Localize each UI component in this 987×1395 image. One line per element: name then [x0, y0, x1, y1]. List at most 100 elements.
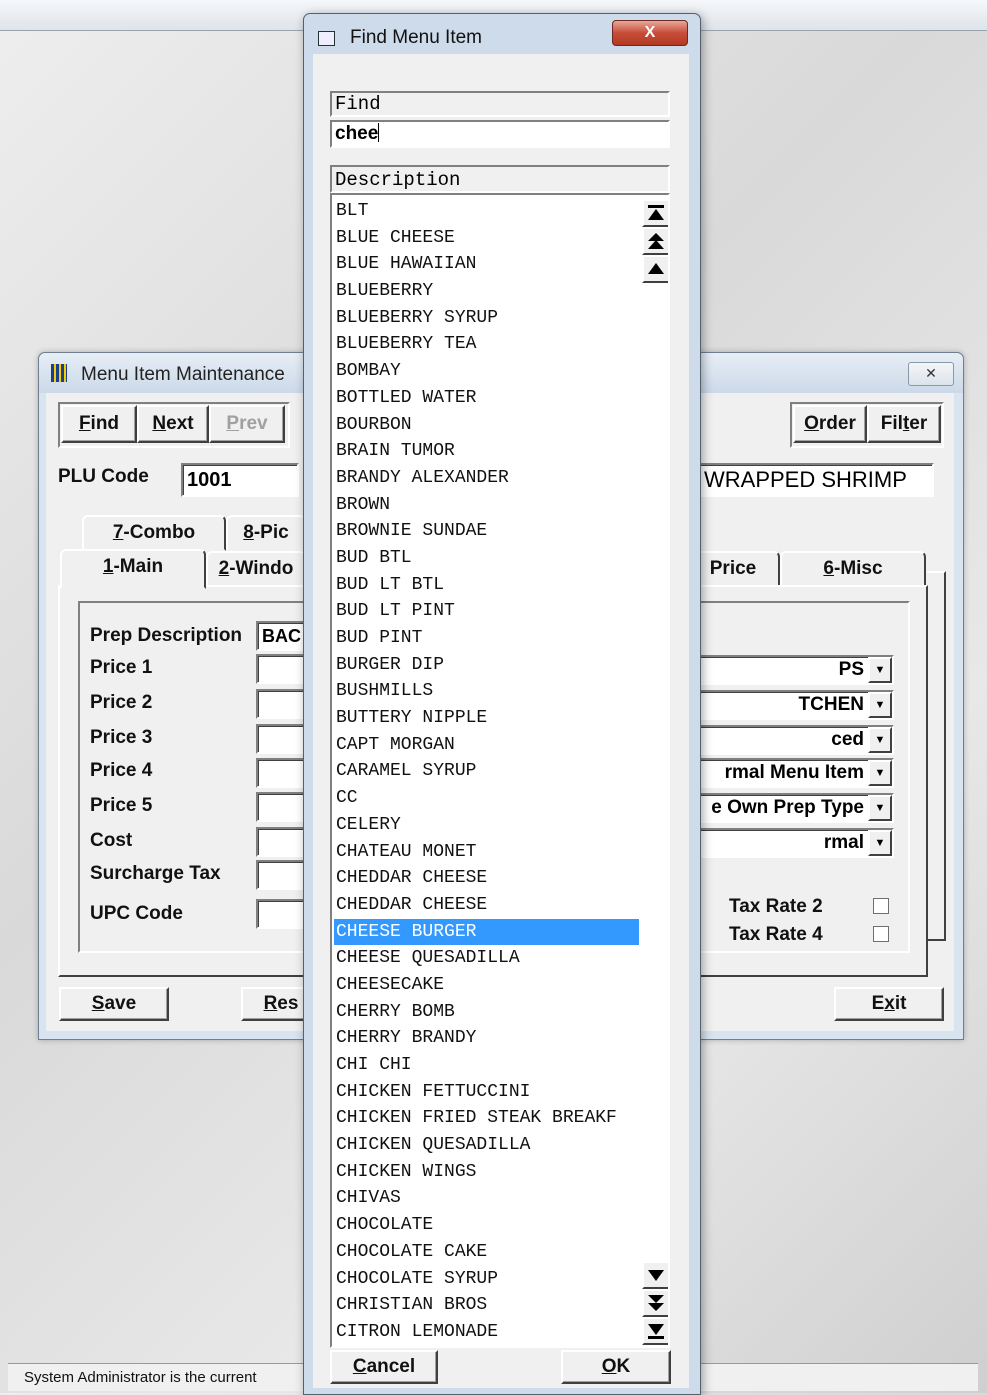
list-item[interactable]: CHERRY BOMB — [334, 999, 639, 1026]
list-item[interactable]: CHIVAS — [334, 1185, 639, 1212]
tab-combo[interactable]: 7-Combo — [82, 515, 226, 551]
combo-item-type[interactable]: rmal Menu Item ▼ — [690, 758, 894, 788]
list-item[interactable]: BOTTLED WATER — [334, 385, 639, 412]
combo-prep-type[interactable]: e Own Prep Type ▼ — [690, 793, 894, 823]
page-up-icon — [648, 233, 664, 249]
exit-button[interactable]: Exit — [834, 987, 944, 1021]
list-item[interactable]: BROWNIE SUNDAE — [334, 518, 639, 545]
list-item[interactable]: BLUEBERRY — [334, 278, 639, 305]
dialog-title-bar: Find Menu Item X — [304, 14, 700, 54]
list-item[interactable]: CHOCOLATE — [334, 1212, 639, 1239]
order-button[interactable]: Order — [793, 405, 867, 443]
combo-mode[interactable]: rmal ▼ — [690, 828, 894, 858]
dialog-icon — [318, 31, 335, 46]
list-item[interactable]: CHI CHI — [334, 1052, 639, 1079]
scroll-top-icon — [648, 205, 664, 220]
list-item[interactable]: BUD LT PINT — [334, 598, 639, 625]
cost-label: Cost — [90, 830, 133, 851]
chevron-down-icon[interactable]: ▼ — [868, 760, 892, 786]
find-button[interactable]: Find — [61, 405, 137, 443]
scroll-bottom-button[interactable] — [642, 1317, 668, 1345]
list-item[interactable]: CHICKEN WINGS — [334, 1159, 639, 1186]
tab-picture[interactable]: 8-Pic — [226, 515, 306, 551]
tab-window[interactable]: 2-Windo — [206, 551, 306, 587]
list-item[interactable]: CHOCOLATE CAKE — [334, 1239, 639, 1266]
find-input[interactable]: chee — [330, 120, 670, 148]
chevron-down-icon[interactable]: ▼ — [868, 830, 892, 856]
line-up-icon — [648, 263, 664, 274]
combo-printer[interactable]: TCHEN ▼ — [690, 690, 894, 720]
list-item[interactable]: BLUE HAWAIIAN — [334, 251, 639, 278]
list-item[interactable]: CHATEAU MONET — [334, 839, 639, 866]
list-item[interactable]: CITRON LEMONADE — [334, 1319, 639, 1346]
tab-main[interactable]: 1-Main — [60, 549, 206, 589]
next-button[interactable]: Next — [137, 405, 209, 443]
list-item[interactable]: CARAMEL SYRUP — [334, 758, 639, 785]
filter-button[interactable]: Filter — [867, 405, 941, 443]
scroll-top-button[interactable] — [642, 199, 668, 227]
line-up-button[interactable] — [642, 255, 668, 283]
description-listbox[interactable]: BLT BLUE CHEESE BLUE HAWAIIAN BLUEBERRY BLUE… — [330, 193, 670, 1348]
tax-rate-4-checkbox[interactable] — [873, 926, 889, 942]
combo-category[interactable]: PS ▼ — [690, 655, 894, 685]
cancel-button[interactable]: Cancel — [330, 1350, 438, 1384]
list-item[interactable]: BLUEBERRY TEA — [334, 331, 639, 358]
list-item[interactable]: BUD PINT — [334, 625, 639, 652]
list-item[interactable]: CHERRY BRANDY — [334, 1025, 639, 1052]
price-1-label: Price 1 — [90, 657, 153, 678]
list-item[interactable]: BRAIN TUMOR — [334, 438, 639, 465]
plu-code-label: PLU Code — [58, 466, 149, 487]
line-down-button[interactable] — [642, 1261, 668, 1289]
list-item[interactable]: BUSHMILLS — [334, 678, 639, 705]
tax-rate-4-label: Tax Rate 4 — [729, 924, 823, 945]
list-item[interactable]: BUD LT BTL — [334, 572, 639, 599]
list-item[interactable]: BOURBON — [334, 412, 639, 439]
prev-button[interactable]: Prev — [209, 405, 285, 443]
dialog-body: Find chee Description BLT BLUE CHEESE BLUE… — [313, 54, 689, 1388]
page-down-button[interactable] — [642, 1289, 668, 1317]
list-item[interactable]: BRANDY ALEXANDER — [334, 465, 639, 492]
app-icon — [51, 364, 67, 382]
list-item[interactable]: CHEESECAKE — [334, 972, 639, 999]
plu-code-input[interactable]: 1001 — [181, 463, 299, 497]
tab-misc[interactable]: 6-Misc — [780, 551, 926, 587]
text-caret — [378, 123, 380, 142]
list-item[interactable]: BUTTERY NIPPLE — [334, 705, 639, 732]
tax-rate-2-checkbox[interactable] — [873, 898, 889, 914]
chevron-down-icon[interactable]: ▼ — [868, 727, 892, 753]
list-item[interactable]: CHICKEN QUESADILLA — [334, 1132, 639, 1159]
dialog-close-button[interactable]: X — [612, 20, 688, 46]
list-item[interactable]: CHICKEN FETTUCCINI — [334, 1079, 639, 1106]
save-button[interactable]: Save — [59, 987, 169, 1021]
window-title: Menu Item Maintenance — [81, 364, 285, 385]
list-item[interactable]: CHICKEN FRIED STEAK BREAKF — [334, 1105, 639, 1132]
list-item[interactable]: CHRISTIAN BROS — [334, 1292, 639, 1319]
chevron-down-icon[interactable]: ▼ — [868, 657, 892, 683]
list-item[interactable]: BROWN — [334, 492, 639, 519]
price-2-label: Price 2 — [90, 692, 153, 713]
list-item[interactable]: BUD BTL — [334, 545, 639, 572]
list-item[interactable]: CAPT MORGAN — [334, 732, 639, 759]
tax-rate-2-label: Tax Rate 2 — [729, 896, 823, 917]
ok-button[interactable]: OK — [561, 1350, 671, 1384]
list-item[interactable]: BLT — [334, 198, 639, 225]
list-item[interactable]: CELERY — [334, 812, 639, 839]
page-down-icon — [648, 1295, 664, 1311]
price-3-label: Price 3 — [90, 727, 153, 748]
combo-status[interactable]: ced ▼ — [690, 725, 894, 755]
list-item[interactable]: CHEESE QUESADILLA — [334, 945, 639, 972]
page-up-button[interactable] — [642, 227, 668, 255]
list-item[interactable]: CHEDDAR CHEESE — [334, 892, 639, 919]
item-description-input[interactable]: WRAPPED SHRIMP — [698, 463, 934, 497]
chevron-down-icon[interactable]: ▼ — [868, 692, 892, 718]
list-item[interactable]: CHEDDAR CHEESE — [334, 865, 639, 892]
list-item[interactable]: BLUE CHEESE — [334, 225, 639, 252]
list-item[interactable]: CHOCOLATE SYRUP — [334, 1266, 639, 1293]
list-item[interactable]: BURGER DIP — [334, 652, 639, 679]
list-item[interactable]: BLUEBERRY SYRUP — [334, 305, 639, 332]
close-button[interactable]: ✕ — [908, 362, 954, 386]
list-item[interactable]: CC — [334, 785, 639, 812]
chevron-down-icon[interactable]: ▼ — [868, 795, 892, 821]
list-item[interactable]: CHEESE BURGER — [334, 918, 639, 946]
list-item[interactable]: BOMBAY — [334, 358, 639, 385]
